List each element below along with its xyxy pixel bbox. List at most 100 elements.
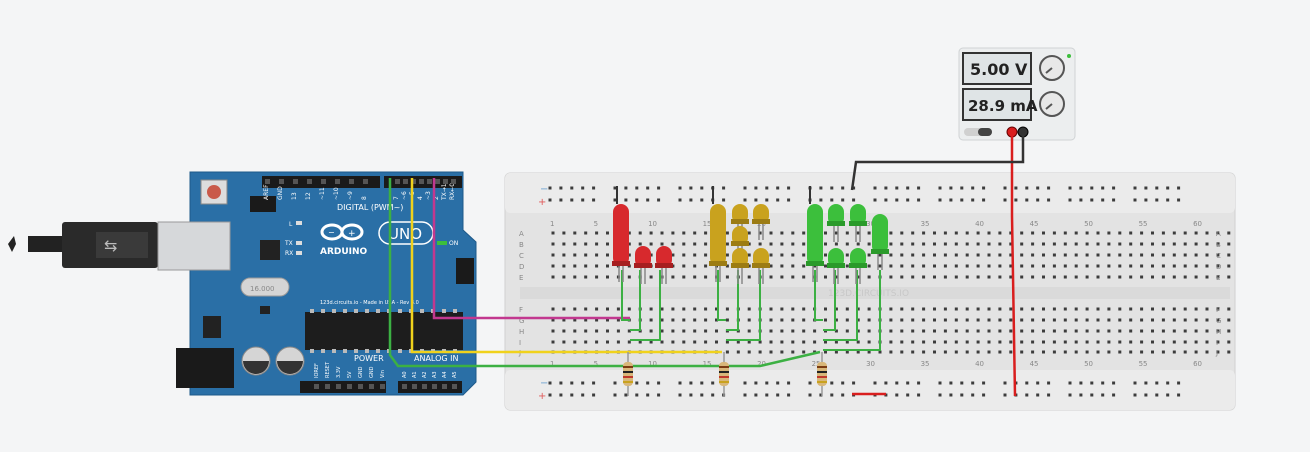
terminal-hole[interactable] — [595, 340, 599, 344]
rail-hole[interactable] — [949, 186, 953, 190]
terminal-hole[interactable] — [943, 275, 947, 279]
terminal-hole[interactable] — [1009, 318, 1013, 322]
terminal-hole[interactable] — [769, 253, 773, 257]
terminal-hole[interactable] — [595, 242, 599, 246]
terminal-hole[interactable] — [867, 275, 871, 279]
terminal-hole[interactable] — [1085, 350, 1089, 354]
terminal-hole[interactable] — [889, 231, 893, 235]
rail-hole[interactable] — [1177, 198, 1181, 202]
terminal-hole[interactable] — [1194, 329, 1198, 333]
rail-hole[interactable] — [1133, 381, 1137, 385]
rail-hole[interactable] — [1112, 186, 1116, 190]
terminal-hole[interactable] — [954, 275, 958, 279]
terminal-hole[interactable] — [693, 231, 697, 235]
terminal-hole[interactable] — [693, 307, 697, 311]
rail-hole[interactable] — [754, 393, 758, 397]
terminal-hole[interactable] — [1194, 264, 1198, 268]
terminal-hole[interactable] — [671, 318, 675, 322]
terminal-hole[interactable] — [682, 329, 686, 333]
terminal-hole[interactable] — [725, 318, 729, 322]
terminal-hole[interactable] — [747, 231, 751, 235]
terminal-hole[interactable] — [889, 307, 893, 311]
terminal-hole[interactable] — [933, 253, 936, 257]
rail-hole[interactable] — [819, 186, 823, 190]
terminal-hole[interactable] — [1085, 264, 1089, 268]
terminal-hole[interactable] — [1096, 275, 1100, 279]
terminal-hole[interactable] — [965, 264, 969, 268]
terminal-hole[interactable] — [1118, 350, 1122, 354]
terminal-hole[interactable] — [791, 253, 795, 257]
terminal-hole[interactable] — [584, 340, 588, 344]
rail-hole[interactable] — [1090, 381, 1094, 385]
terminal-hole[interactable] — [943, 329, 947, 333]
terminal-hole[interactable] — [1140, 350, 1144, 354]
terminal-hole[interactable] — [1183, 307, 1187, 311]
rail-hole[interactable] — [787, 186, 791, 190]
rail-hole[interactable] — [624, 393, 628, 397]
terminal-hole[interactable] — [845, 329, 849, 333]
terminal-hole[interactable] — [584, 264, 588, 268]
rail-hole[interactable] — [689, 381, 693, 385]
rail-hole[interactable] — [852, 381, 856, 385]
terminal-hole[interactable] — [900, 253, 904, 257]
terminal-hole[interactable] — [1151, 307, 1154, 311]
terminal-hole[interactable] — [1074, 318, 1078, 322]
rail-hole[interactable] — [548, 381, 552, 385]
terminal-hole[interactable] — [725, 307, 729, 311]
terminal-hole[interactable] — [824, 318, 827, 322]
terminal-hole[interactable] — [1227, 275, 1231, 279]
terminal-hole[interactable] — [954, 253, 958, 257]
header-pin[interactable] — [363, 179, 368, 184]
header-pin[interactable] — [369, 384, 374, 389]
terminal-hole[interactable] — [1085, 329, 1089, 333]
terminal-hole[interactable] — [1151, 329, 1154, 333]
terminal-hole[interactable] — [933, 275, 936, 279]
rail-hole[interactable] — [1144, 198, 1148, 202]
terminal-hole[interactable] — [562, 231, 566, 235]
rail-hole[interactable] — [1133, 393, 1137, 397]
terminal-hole[interactable] — [693, 264, 697, 268]
terminal-hole[interactable] — [693, 329, 697, 333]
terminal-hole[interactable] — [1085, 242, 1089, 246]
terminal-hole[interactable] — [595, 253, 599, 257]
terminal-hole[interactable] — [1194, 350, 1198, 354]
rail-hole[interactable] — [776, 198, 780, 202]
rail-hole[interactable] — [570, 198, 574, 202]
terminal-hole[interactable] — [1194, 340, 1198, 344]
terminal-hole[interactable] — [769, 329, 773, 333]
terminal-hole[interactable] — [584, 231, 588, 235]
terminal-hole[interactable] — [791, 340, 795, 344]
terminal-hole[interactable] — [1074, 275, 1078, 279]
terminal-hole[interactable] — [704, 231, 708, 235]
terminal-hole[interactable] — [1052, 231, 1056, 235]
terminal-hole[interactable] — [998, 350, 1002, 354]
rail-hole[interactable] — [938, 393, 942, 397]
terminal-hole[interactable] — [1151, 318, 1154, 322]
rail-hole[interactable] — [592, 198, 596, 202]
rail-hole[interactable] — [841, 186, 845, 190]
terminal-hole[interactable] — [1205, 307, 1209, 311]
terminal-hole[interactable] — [595, 231, 599, 235]
terminal-hole[interactable] — [824, 242, 827, 246]
rail-hole[interactable] — [700, 198, 704, 202]
terminal-hole[interactable] — [965, 318, 969, 322]
terminal-hole[interactable] — [1118, 242, 1122, 246]
rail-hole[interactable] — [830, 393, 834, 397]
terminal-hole[interactable] — [616, 329, 620, 333]
rail-hole[interactable] — [765, 381, 769, 385]
header-pin[interactable] — [325, 384, 330, 389]
terminal-hole[interactable] — [1194, 318, 1198, 322]
terminal-hole[interactable] — [802, 264, 806, 268]
rail-hole[interactable] — [613, 381, 617, 385]
terminal-hole[interactable] — [889, 340, 893, 344]
rail-hole[interactable] — [754, 198, 758, 202]
terminal-hole[interactable] — [1205, 350, 1209, 354]
terminal-hole[interactable] — [954, 340, 958, 344]
terminal-hole[interactable] — [1107, 275, 1111, 279]
terminal-hole[interactable] — [780, 350, 784, 354]
terminal-hole[interactable] — [551, 340, 555, 344]
terminal-hole[interactable] — [1107, 307, 1111, 311]
rail-hole[interactable] — [1079, 198, 1083, 202]
terminal-hole[interactable] — [998, 318, 1002, 322]
terminal-hole[interactable] — [900, 231, 904, 235]
